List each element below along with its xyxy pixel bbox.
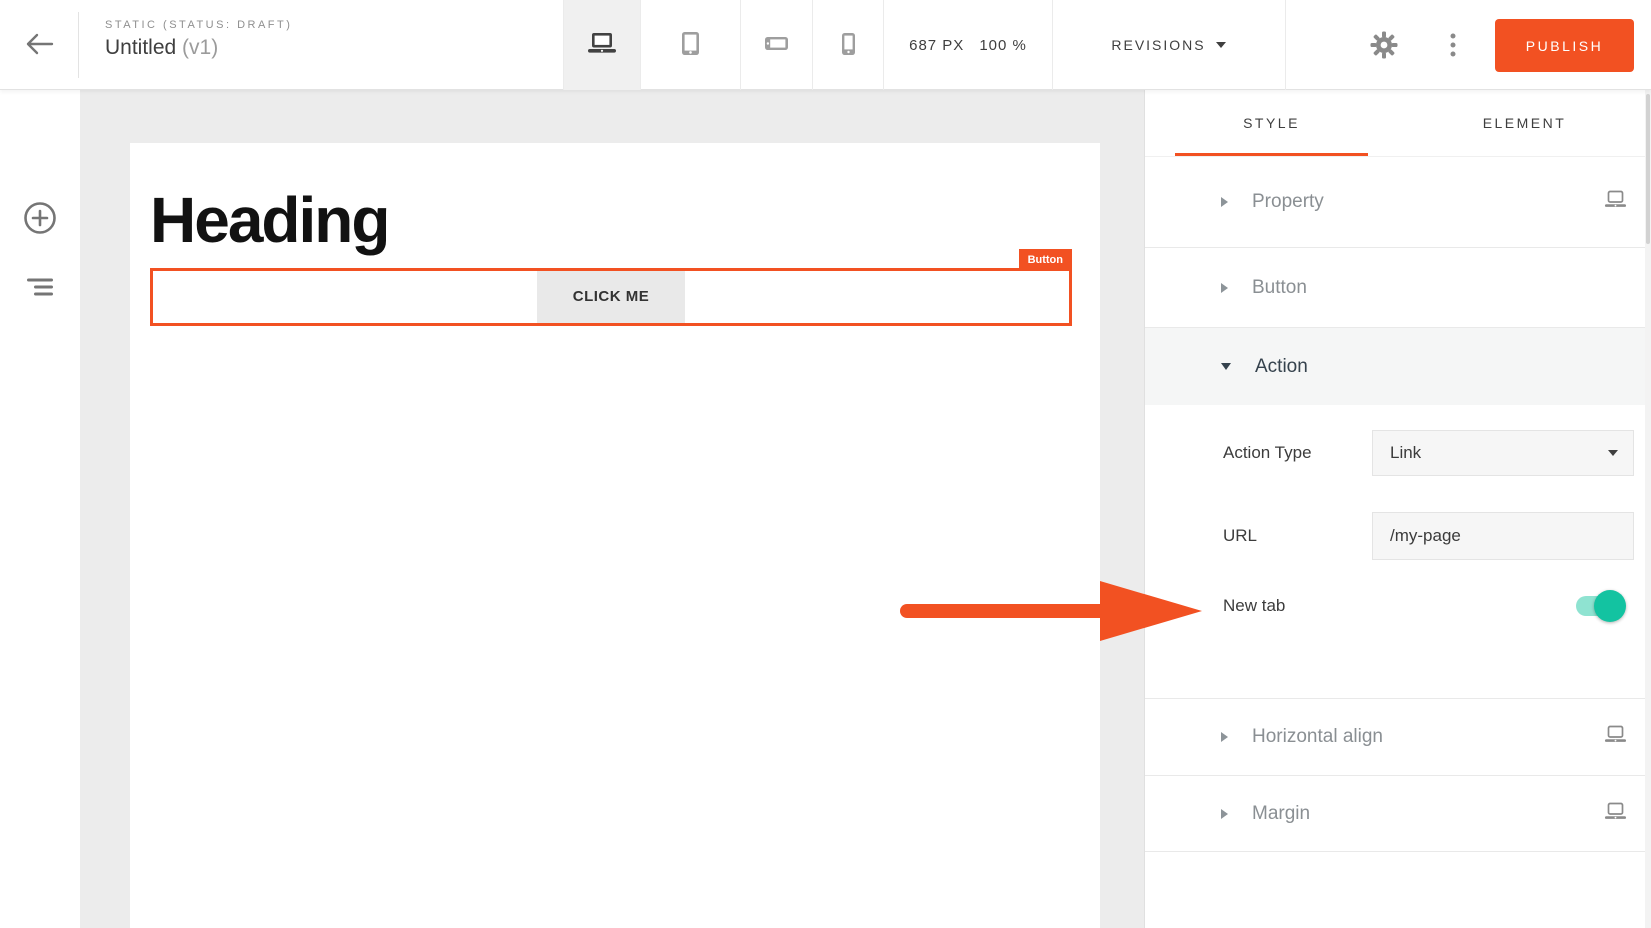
section-margin[interactable]: Margin <box>1145 775 1651 852</box>
phone-portrait-icon <box>842 33 855 58</box>
section-property[interactable]: Property <box>1145 157 1651 247</box>
viewport-width-value: 687 PX <box>909 37 964 54</box>
click-me-button[interactable]: CLICK ME <box>537 271 685 323</box>
document-status: STATIC (STATUS: DRAFT) <box>105 19 292 31</box>
caret-right-icon <box>1221 197 1228 207</box>
device-phone-portrait-button[interactable] <box>812 0 884 90</box>
left-toolbar <box>0 90 80 928</box>
action-section-content: Action Type Link URL New tab <box>1145 405 1651 698</box>
structure-button[interactable] <box>26 277 54 300</box>
caret-right-icon <box>1221 732 1228 742</box>
viewport-size-info: 687 PX 100 % <box>884 0 1052 90</box>
tab-element-label: ELEMENT <box>1483 115 1567 131</box>
toggle-knob <box>1594 590 1626 622</box>
settings-button[interactable] <box>1370 31 1398 62</box>
new-tab-row: New tab <box>1145 588 1651 624</box>
section-property-label: Property <box>1252 191 1324 213</box>
document-title: Untitled <box>105 36 176 59</box>
selection-tag: Button <box>1019 249 1072 271</box>
device-scope-laptop-icon <box>1604 191 1627 214</box>
caret-down-icon <box>1216 42 1226 48</box>
caret-down-icon <box>1221 363 1231 370</box>
divider <box>1285 0 1286 90</box>
device-laptop-button[interactable] <box>563 0 640 90</box>
url-input[interactable] <box>1372 512 1634 560</box>
action-type-value: Link <box>1390 443 1421 463</box>
section-action-label: Action <box>1255 356 1308 378</box>
caret-right-icon <box>1221 283 1228 293</box>
phone-landscape-icon <box>765 37 788 53</box>
selected-button-element[interactable]: Button CLICK ME <box>150 268 1072 326</box>
revisions-label: REVISIONS <box>1111 37 1205 53</box>
document-title-block: STATIC (STATUS: DRAFT) Untitled (v1) <box>105 19 292 60</box>
device-tablet-button[interactable] <box>640 0 740 90</box>
add-circle-icon <box>21 225 59 240</box>
heading-element[interactable]: Heading <box>150 183 1100 257</box>
divider <box>78 12 79 78</box>
settings-panel: STYLE ELEMENT Property Button Action Act… <box>1144 90 1651 928</box>
page-canvas: Heading Button CLICK ME <box>130 143 1100 928</box>
gear-icon <box>1370 47 1398 62</box>
back-arrow-icon <box>23 45 55 60</box>
structure-lines-icon <box>26 285 54 300</box>
device-phone-landscape-button[interactable] <box>740 0 812 90</box>
laptop-icon <box>588 33 616 57</box>
canvas-area: Heading Button CLICK ME <box>80 90 1144 928</box>
more-options-button[interactable] <box>1450 33 1456 60</box>
url-row: URL <box>1145 512 1651 560</box>
panel-tabs: STYLE ELEMENT <box>1145 90 1651 157</box>
panel-scrollbar[interactable] <box>1645 90 1651 928</box>
device-scope-laptop-icon <box>1604 726 1627 749</box>
action-type-row: Action Type Link <box>1145 430 1651 476</box>
tab-style[interactable]: STYLE <box>1145 90 1398 156</box>
section-button-label: Button <box>1252 277 1307 299</box>
top-bar: STATIC (STATUS: DRAFT) Untitled (v1) <box>0 0 1651 90</box>
section-horizontal-align[interactable]: Horizontal align <box>1145 698 1651 775</box>
revisions-dropdown[interactable]: REVISIONS <box>1052 0 1285 90</box>
caret-down-icon <box>1608 450 1618 456</box>
back-button[interactable] <box>22 30 56 60</box>
tab-element[interactable]: ELEMENT <box>1398 90 1651 156</box>
section-button[interactable]: Button <box>1145 247 1651 327</box>
scrollbar-thumb[interactable] <box>1646 94 1650 244</box>
device-scope-laptop-icon <box>1604 802 1627 825</box>
caret-right-icon <box>1221 809 1228 819</box>
action-type-select[interactable]: Link <box>1372 430 1634 476</box>
tablet-icon <box>682 32 699 58</box>
document-version: (v1) <box>182 36 218 59</box>
section-horizontal-align-label: Horizontal align <box>1252 726 1383 748</box>
kebab-menu-icon <box>1450 45 1456 60</box>
publish-button[interactable]: PUBLISH <box>1495 19 1634 72</box>
tab-style-label: STYLE <box>1243 115 1300 131</box>
section-margin-label: Margin <box>1252 803 1310 825</box>
new-tab-toggle[interactable] <box>1576 590 1626 622</box>
zoom-level-value: 100 % <box>979 37 1027 54</box>
section-action[interactable]: Action <box>1145 327 1651 405</box>
add-element-button[interactable] <box>21 199 59 240</box>
